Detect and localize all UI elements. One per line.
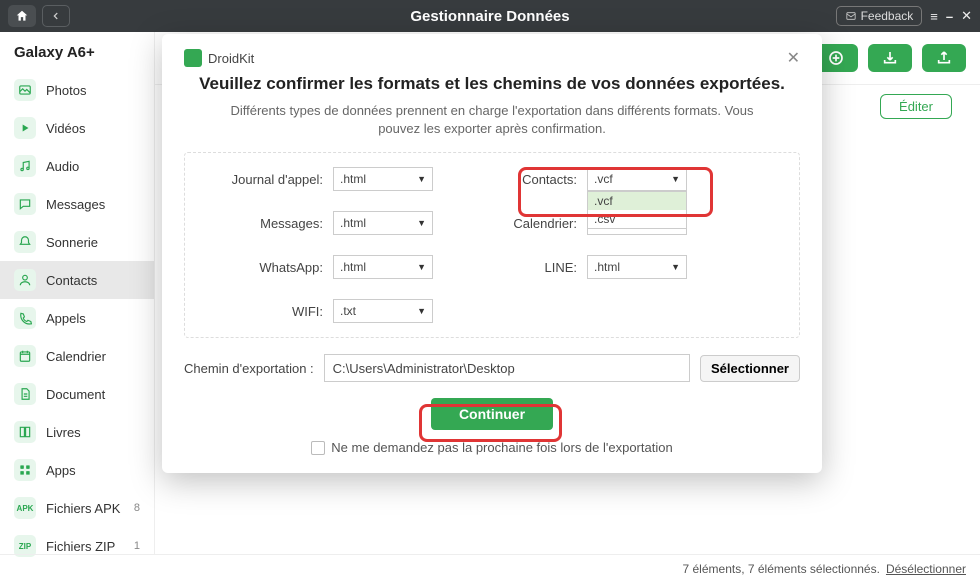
- sidebar-item-label: Messages: [46, 197, 105, 212]
- sidebar-item-sonnerie[interactable]: Sonnerie: [0, 223, 154, 261]
- sidebar-item-apps[interactable]: Apps: [0, 451, 154, 489]
- chevron-down-icon: ▼: [417, 306, 426, 316]
- sidebar-item-label: Contacts: [46, 273, 97, 288]
- messages-label: Messages:: [213, 216, 323, 231]
- line-label: LINE:: [507, 260, 577, 275]
- photos-icon: [14, 79, 36, 101]
- sidebar-badge: 1: [134, 540, 140, 552]
- sidebar-item-livres[interactable]: Livres: [0, 413, 154, 451]
- continue-button[interactable]: Continuer: [431, 398, 553, 430]
- sidebar-item-calendrier[interactable]: Calendrier: [0, 337, 154, 375]
- dropdown-option-csv[interactable]: .csv: [588, 210, 686, 228]
- contacts-dropdown: .vcf .csv: [587, 191, 687, 229]
- contacts-select[interactable]: .vcf▼ .vcf .csv: [587, 167, 687, 191]
- dialog-close-icon[interactable]: ✕: [787, 48, 800, 68]
- sidebar-item-label: Livres: [46, 425, 81, 440]
- chevron-down-icon: ▼: [417, 218, 426, 228]
- titlebar: Gestionnaire Données Feedback ≡ – ✕: [0, 0, 980, 32]
- export-button[interactable]: [922, 44, 966, 72]
- app-name: DroidKit: [208, 51, 254, 66]
- deselect-link[interactable]: Désélectionner: [886, 562, 966, 576]
- sidebar-item-label: Appels: [46, 311, 86, 326]
- vidéos-icon: [14, 117, 36, 139]
- fichiers apk-icon: APK: [14, 497, 36, 519]
- sidebar-item-label: Document: [46, 387, 105, 402]
- sidebar-item-audio[interactable]: Audio: [0, 147, 154, 185]
- wifi-select[interactable]: .txt▼: [333, 299, 433, 323]
- sidebar-item-appels[interactable]: Appels: [0, 299, 154, 337]
- messages-select[interactable]: .html▼: [333, 211, 433, 235]
- sidebar-item-contacts[interactable]: Contacts: [0, 261, 154, 299]
- device-name: Galaxy A6+: [0, 32, 154, 71]
- app-title: Gestionnaire Données: [410, 8, 569, 25]
- selection-count: 7 éléments, 7 éléments sélectionnés.: [683, 562, 880, 576]
- dropdown-option-vcf[interactable]: .vcf: [588, 192, 686, 210]
- sidebar-item-document[interactable]: Document: [0, 375, 154, 413]
- export-path-label: Chemin d'exportation :: [184, 361, 314, 376]
- messages-icon: [14, 193, 36, 215]
- sidebar-item-photos[interactable]: Photos: [0, 71, 154, 109]
- journal-label: Journal d'appel:: [213, 172, 323, 187]
- select-path-button[interactable]: Sélectionner: [700, 355, 800, 382]
- sidebar-item-label: Calendrier: [46, 349, 106, 364]
- calendrier-icon: [14, 345, 36, 367]
- sidebar-item-messages[interactable]: Messages: [0, 185, 154, 223]
- chevron-down-icon: ▼: [671, 262, 680, 272]
- sidebar-item-label: Audio: [46, 159, 79, 174]
- close-icon[interactable]: ✕: [961, 8, 972, 24]
- livres-icon: [14, 421, 36, 443]
- sidebar-item-fichiers-apk[interactable]: APK Fichiers APK 8: [0, 489, 154, 527]
- journal-select[interactable]: .html▼: [333, 167, 433, 191]
- dont-ask-row[interactable]: Ne me demandez pas la prochaine fois lor…: [184, 440, 800, 455]
- sidebar-item-label: Photos: [46, 83, 86, 98]
- apps-icon: [14, 459, 36, 481]
- dialog-title: Veuillez confirmer les formats et les ch…: [184, 74, 800, 94]
- sidebar-item-label: Fichiers APK: [46, 501, 120, 516]
- export-path-field[interactable]: C:\Users\Administrator\Desktop: [324, 354, 690, 382]
- chevron-down-icon: ▼: [417, 262, 426, 272]
- app-logo-icon: [184, 49, 202, 67]
- whatsapp-select[interactable]: .html▼: [333, 255, 433, 279]
- sidebar-item-label: Apps: [46, 463, 76, 478]
- dont-ask-checkbox[interactable]: [311, 441, 325, 455]
- contacts-label: Contacts:: [507, 172, 577, 187]
- line-select[interactable]: .html▼: [587, 255, 687, 279]
- status-bar: 7 éléments, 7 éléments sélectionnés. Dés…: [0, 554, 980, 582]
- sidebar-item-label: Vidéos: [46, 121, 86, 136]
- import-button[interactable]: [868, 44, 912, 72]
- wifi-label: WIFI:: [213, 304, 323, 319]
- back-button[interactable]: [42, 5, 70, 27]
- dialog-subtitle: Différents types de données prennent en …: [184, 102, 800, 138]
- calendrier-label: Calendrier:: [507, 216, 577, 231]
- home-button[interactable]: [8, 5, 36, 27]
- minimize-icon[interactable]: –: [946, 9, 953, 24]
- appels-icon: [14, 307, 36, 329]
- menu-icon[interactable]: ≡: [930, 9, 938, 24]
- feedback-button[interactable]: Feedback: [836, 6, 923, 26]
- sidebar-badge: 8: [134, 502, 140, 514]
- sidebar-item-label: Sonnerie: [46, 235, 98, 250]
- contacts-icon: [14, 269, 36, 291]
- sidebar-item-vidéos[interactable]: Vidéos: [0, 109, 154, 147]
- export-dialog: DroidKit ✕ Veuillez confirmer les format…: [162, 34, 822, 473]
- whatsapp-label: WhatsApp:: [213, 260, 323, 275]
- document-icon: [14, 383, 36, 405]
- sidebar-item-label: Fichiers ZIP: [46, 539, 115, 554]
- audio-icon: [14, 155, 36, 177]
- sidebar: Galaxy A6+ Photos Vidéos Audio Messages Sonn…: [0, 32, 155, 554]
- chevron-down-icon: ▼: [417, 174, 426, 184]
- chevron-down-icon: ▼: [671, 174, 680, 184]
- sonnerie-icon: [14, 231, 36, 253]
- edit-button[interactable]: Éditer: [880, 94, 952, 119]
